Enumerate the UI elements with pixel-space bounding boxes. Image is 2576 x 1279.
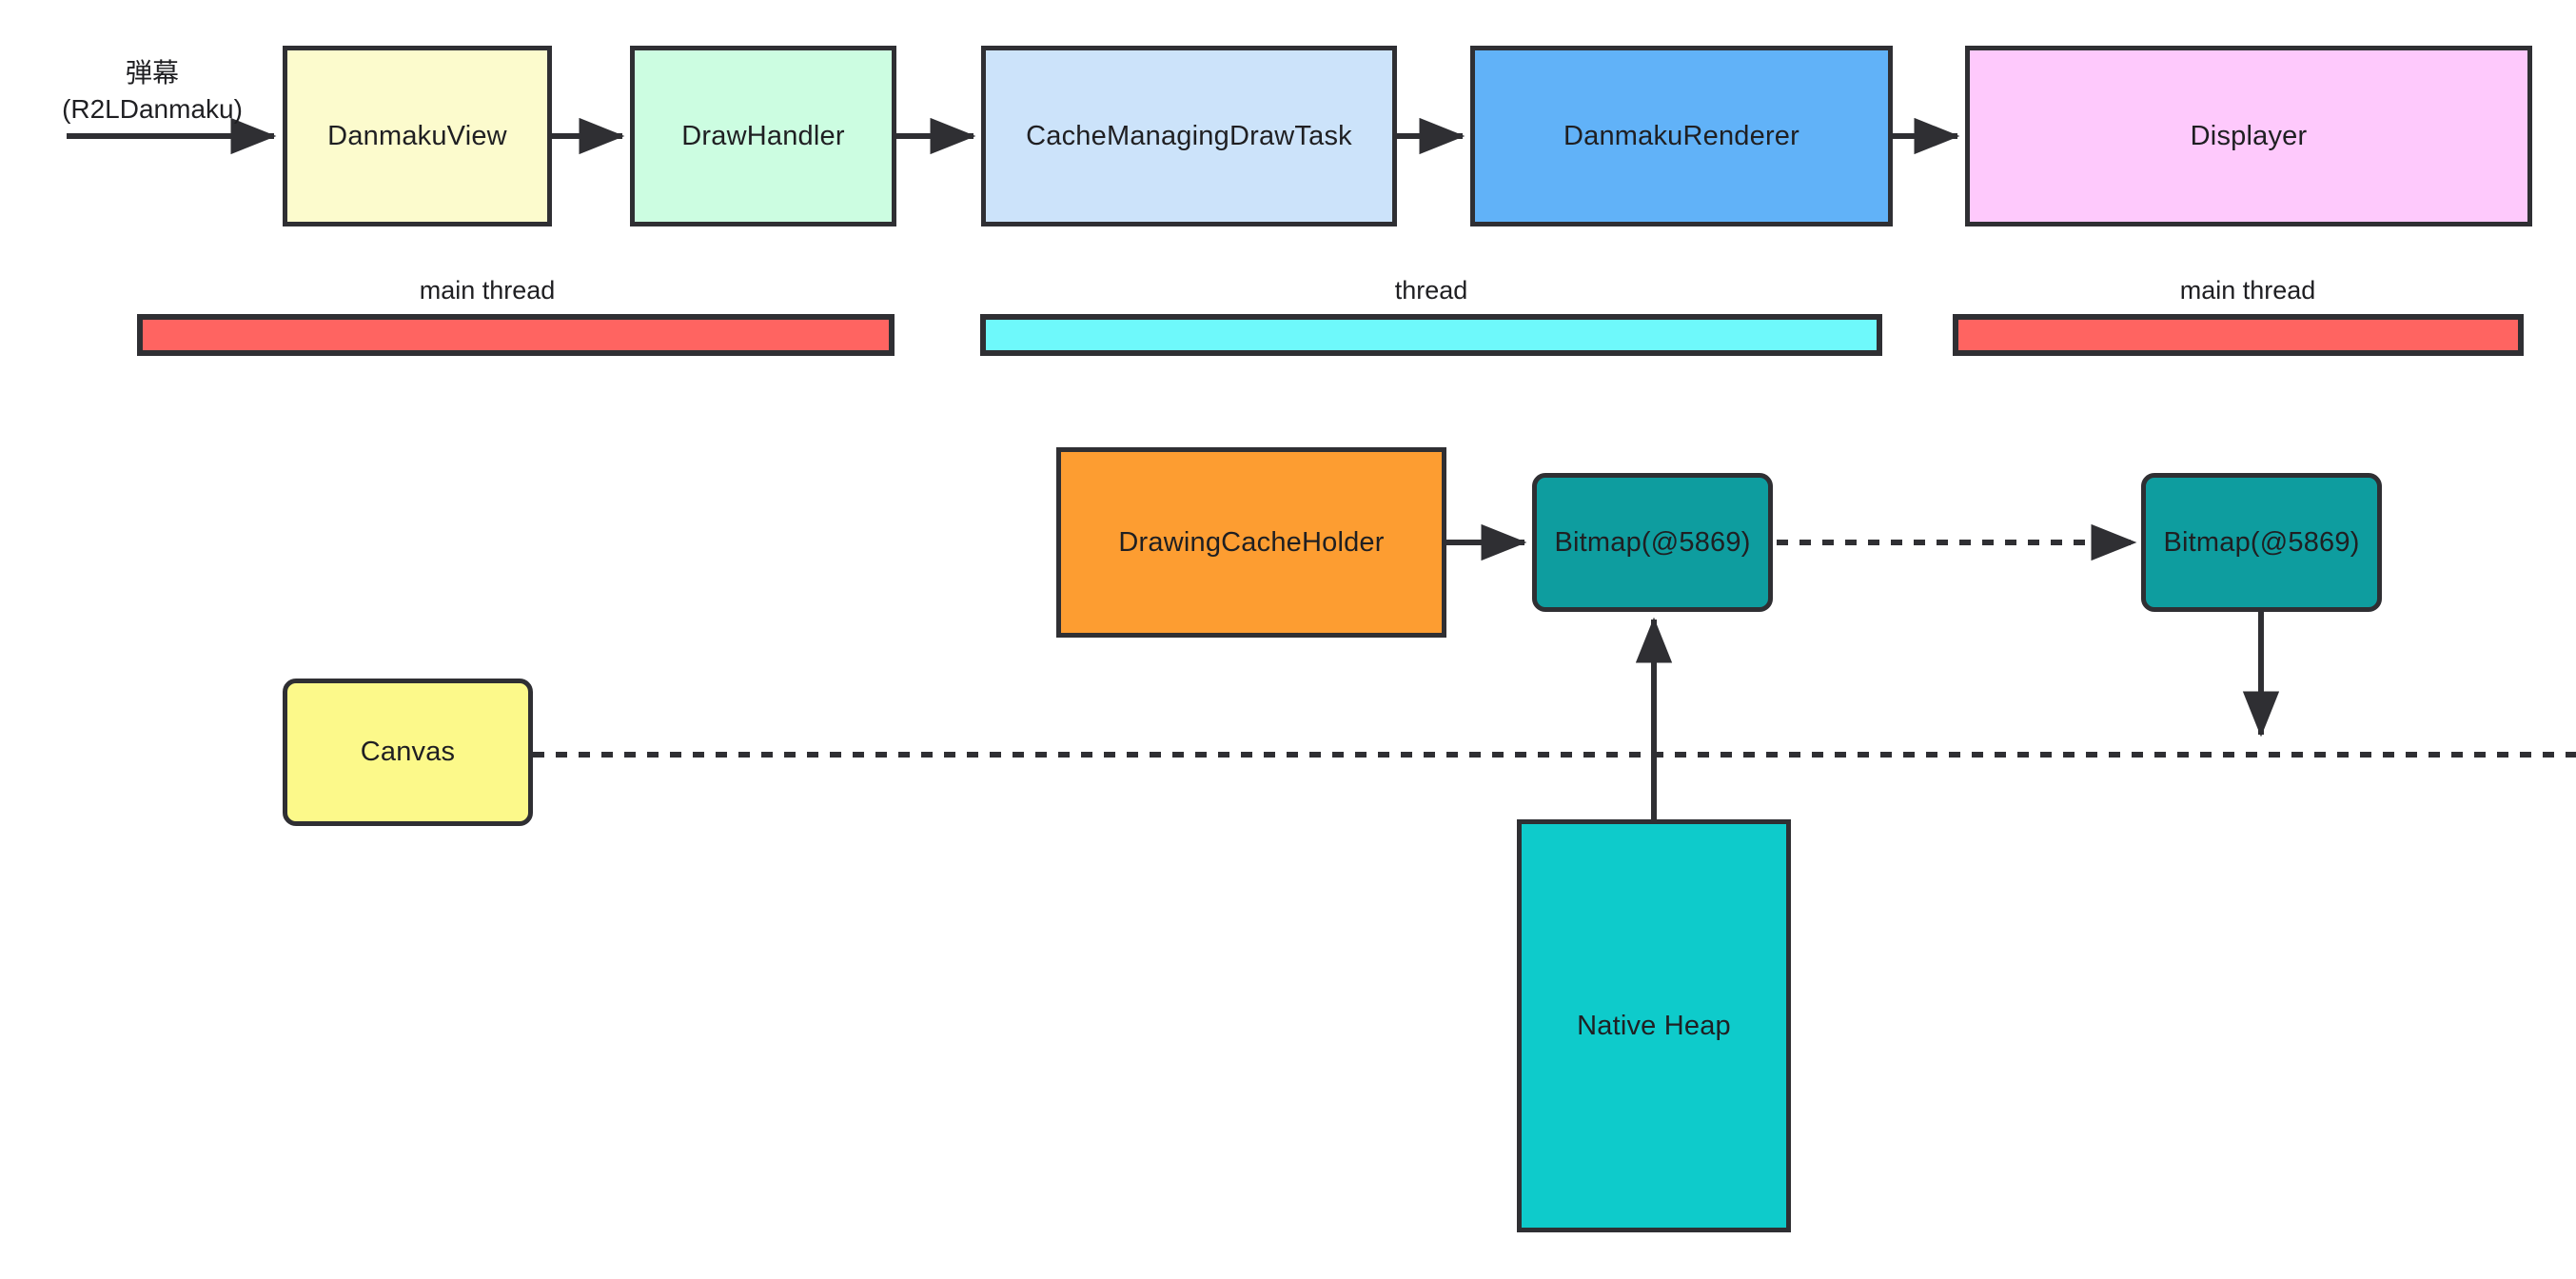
thread-bar-main-left xyxy=(137,314,895,356)
node-label: Displayer xyxy=(2190,120,2308,151)
node-label: Bitmap(@5869) xyxy=(1554,526,1751,558)
thread-bar-main-right xyxy=(1953,314,2524,356)
diagram-canvas: 弾幕 (R2LDanmaku) DanmakuView DrawHandler … xyxy=(0,0,2576,1279)
thread-label-main-left: main thread xyxy=(419,276,556,305)
node-label: Canvas xyxy=(360,737,456,768)
node-drawing-cache-holder[interactable]: DrawingCacheHolder xyxy=(1056,447,1446,638)
node-label: DanmakuRenderer xyxy=(1563,120,1799,151)
node-danmaku-view[interactable]: DanmakuView xyxy=(283,46,552,226)
thread-bar-worker xyxy=(980,314,1882,356)
node-label: Native Heap xyxy=(1577,1010,1731,1041)
node-displayer[interactable]: Displayer xyxy=(1965,46,2532,226)
node-draw-handler[interactable]: DrawHandler xyxy=(630,46,896,226)
node-canvas[interactable]: Canvas xyxy=(283,679,533,826)
thread-label-main-right: main thread xyxy=(2179,276,2316,305)
node-native-heap[interactable]: Native Heap xyxy=(1517,819,1791,1232)
node-label: CacheManagingDrawTask xyxy=(1026,120,1352,151)
node-label: DanmakuView xyxy=(327,120,507,151)
input-edge-label: 弾幕 (R2LDanmaku) xyxy=(62,58,243,124)
node-label: DrawingCacheHolder xyxy=(1118,526,1385,558)
node-danmaku-renderer[interactable]: DanmakuRenderer xyxy=(1470,46,1893,226)
node-bitmap-cache[interactable]: Bitmap(@5869) xyxy=(1532,473,1773,612)
node-cache-managing-draw-task[interactable]: CacheManagingDrawTask xyxy=(981,46,1397,226)
thread-label-worker: thread xyxy=(1394,276,1468,305)
node-label: DrawHandler xyxy=(681,120,845,151)
node-label: Bitmap(@5869) xyxy=(2163,526,2360,558)
node-bitmap-displayed[interactable]: Bitmap(@5869) xyxy=(2141,473,2382,612)
